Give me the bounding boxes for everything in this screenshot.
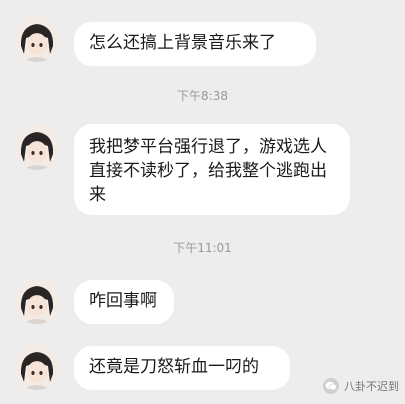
wechat-icon <box>323 378 339 394</box>
watermark: 八卦不迟到 <box>323 378 399 394</box>
anime-girl-avatar-icon <box>14 344 60 390</box>
timestamp: 下午11:01 <box>173 241 232 255</box>
timestamp: 下午8:38 <box>177 89 228 103</box>
avatar[interactable] <box>14 124 60 170</box>
anime-girl-avatar-icon <box>14 16 60 62</box>
message-text: 怎么还搞上背景音乐来了 <box>89 33 276 53</box>
anime-girl-avatar-icon <box>14 278 60 324</box>
message-text: 还竟是刀怒斩血一叼的 <box>89 357 259 377</box>
avatar[interactable] <box>14 16 60 62</box>
avatar[interactable] <box>14 278 60 324</box>
watermark-text: 八卦不迟到 <box>344 380 399 393</box>
message-text: 我把梦平台强行退了，游戏选人直接不读秒了，给我整个逃跑出来 <box>89 137 327 205</box>
message-bubble[interactable]: 还竟是刀怒斩血一叼的 <box>74 346 290 390</box>
chat-view: 怎么还搞上背景音乐来了 下午8:38 我把梦平台强行退了，游戏选人直接不读秒了，… <box>0 0 405 404</box>
message-bubble[interactable]: 咋回事啊 <box>74 280 174 324</box>
message-bubble[interactable]: 我把梦平台强行退了，游戏选人直接不读秒了，给我整个逃跑出来 <box>74 124 350 215</box>
message-bubble[interactable]: 怎么还搞上背景音乐来了 <box>74 22 316 66</box>
message-text: 咋回事啊 <box>89 291 157 311</box>
avatar[interactable] <box>14 344 60 390</box>
anime-girl-avatar-icon <box>14 124 60 170</box>
